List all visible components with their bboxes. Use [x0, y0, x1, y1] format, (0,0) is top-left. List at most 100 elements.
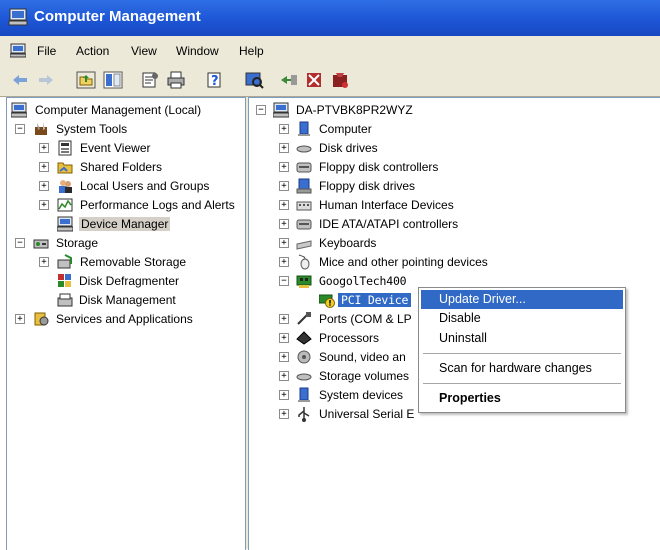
removable-storage-icon — [57, 254, 72, 269]
system-menu-icon[interactable] — [10, 43, 26, 58]
collapse-toggle-icon[interactable]: − — [256, 105, 266, 115]
pci-card-icon — [296, 275, 312, 288]
expand-toggle-icon[interactable]: + — [279, 181, 289, 191]
device-category-label: System devices — [319, 388, 404, 402]
usb-icon — [298, 407, 310, 422]
expand-toggle-icon[interactable]: + — [15, 314, 25, 324]
expand-toggle-icon[interactable]: + — [279, 371, 289, 381]
window-title: Computer Management — [34, 8, 201, 25]
context-menu: Update Driver... Disable Uninstall Scan … — [418, 287, 626, 413]
expand-toggle-icon[interactable]: + — [39, 200, 49, 210]
services-icon — [34, 312, 49, 326]
device-category-label: Floppy disk drives — [319, 179, 416, 193]
device-category-label: Storage volumes — [319, 369, 410, 383]
tree-label: Computer Management (Local) — [35, 103, 202, 117]
scan-hardware-icon[interactable] — [244, 71, 264, 89]
collapse-toggle-icon[interactable]: − — [15, 124, 25, 134]
device-category-label: Sound, video an — [319, 350, 406, 364]
expand-toggle-icon[interactable]: + — [279, 124, 289, 134]
device-category-label: Floppy disk controllers — [319, 160, 439, 174]
performance-icon — [57, 198, 73, 212]
menu-separator — [423, 353, 621, 354]
device-category-label: Processors — [319, 331, 380, 345]
menu-scan-hardware[interactable]: Scan for hardware changes — [421, 359, 623, 378]
console-tree-pane: Computer Management (Local) − System Too… — [6, 97, 246, 550]
device-category-label: Mice and other pointing devices — [319, 255, 488, 269]
expand-toggle-icon[interactable]: + — [279, 162, 289, 172]
expand-toggle-icon[interactable]: + — [279, 333, 289, 343]
expand-toggle-icon[interactable]: + — [279, 409, 289, 419]
device-category-label: IDE ATA/ATAPI controllers — [319, 217, 459, 231]
disk-management-icon — [57, 293, 73, 307]
tree-label: Performance Logs and Alerts — [80, 198, 235, 212]
update-driver-icon[interactable] — [279, 71, 299, 89]
up-folder-icon[interactable] — [76, 71, 96, 89]
expand-toggle-icon[interactable]: + — [279, 352, 289, 362]
menu-item-label: Properties — [439, 391, 501, 405]
computer-icon — [298, 121, 310, 136]
keyboard-icon — [296, 240, 312, 250]
menu-window[interactable]: Window — [176, 44, 219, 58]
collapse-toggle-icon[interactable]: − — [15, 238, 25, 248]
disk-drive-icon — [296, 373, 312, 381]
expand-toggle-icon[interactable]: + — [279, 200, 289, 210]
device-manager-icon — [57, 216, 73, 232]
menu-view[interactable]: View — [131, 44, 157, 58]
menu-item-label: Uninstall — [439, 331, 487, 345]
show-hide-tree-icon[interactable] — [103, 71, 123, 89]
port-icon — [297, 312, 311, 325]
expand-toggle-icon[interactable]: + — [39, 143, 49, 153]
floppy-drive-icon — [296, 178, 312, 194]
help-icon[interactable]: ? — [205, 71, 225, 89]
device-category-label: Disk drives — [319, 141, 378, 155]
storage-icon — [33, 239, 49, 249]
event-viewer-icon — [58, 140, 72, 156]
expand-toggle-icon[interactable]: + — [39, 257, 49, 267]
forward-arrow-icon[interactable] — [36, 71, 56, 89]
back-arrow-icon[interactable] — [10, 71, 30, 89]
device-category-label: Ports (COM & LP — [319, 312, 412, 326]
menu-uninstall[interactable]: Uninstall — [421, 329, 623, 348]
tree-label: Event Viewer — [80, 141, 151, 155]
tree-label: Local Users and Groups — [80, 179, 210, 193]
expand-toggle-icon[interactable]: + — [279, 143, 289, 153]
menu-disable[interactable]: Disable — [421, 309, 623, 328]
menu-help[interactable]: Help — [239, 44, 264, 58]
tree-label: Device Manager — [79, 217, 171, 231]
svg-text:?: ? — [211, 74, 219, 89]
toolbar: ? — [0, 66, 660, 97]
menu-item-label: Scan for hardware changes — [439, 361, 592, 375]
processor-icon — [296, 331, 312, 345]
disable-device-icon[interactable] — [304, 71, 324, 89]
hid-icon — [296, 201, 312, 211]
computer-management-icon — [11, 102, 27, 118]
print-icon[interactable] — [166, 71, 186, 89]
collapse-toggle-icon[interactable]: − — [279, 276, 289, 286]
device-label: PCI Device — [338, 293, 412, 307]
menu-file[interactable]: File — [37, 44, 56, 58]
mouse-icon — [298, 254, 310, 270]
tree-label: System Tools — [56, 122, 128, 136]
computer-management-icon — [8, 8, 28, 26]
tree-label: Disk Defragmenter — [79, 274, 180, 288]
expand-toggle-icon[interactable]: + — [279, 257, 289, 267]
menu-update-driver[interactable]: Update Driver... — [421, 290, 623, 309]
tree-label: Storage — [56, 236, 99, 250]
expand-toggle-icon[interactable]: + — [279, 238, 289, 248]
device-category-label: Computer — [319, 122, 372, 136]
tools-icon — [35, 122, 47, 135]
device-category-label: Universal Serial E — [319, 407, 415, 421]
controller-icon — [296, 162, 312, 173]
properties-icon[interactable] — [140, 71, 160, 89]
sound-icon — [297, 350, 311, 364]
uninstall-device-icon[interactable] — [330, 71, 350, 89]
shared-folder-icon — [57, 162, 73, 174]
menu-properties[interactable]: Properties — [421, 389, 623, 408]
expand-toggle-icon[interactable]: + — [39, 162, 49, 172]
expand-toggle-icon[interactable]: + — [39, 181, 49, 191]
tree-label: Disk Management — [79, 293, 176, 307]
menu-action[interactable]: Action — [76, 44, 109, 58]
expand-toggle-icon[interactable]: + — [279, 219, 289, 229]
expand-toggle-icon[interactable]: + — [279, 314, 289, 324]
expand-toggle-icon[interactable]: + — [279, 390, 289, 400]
